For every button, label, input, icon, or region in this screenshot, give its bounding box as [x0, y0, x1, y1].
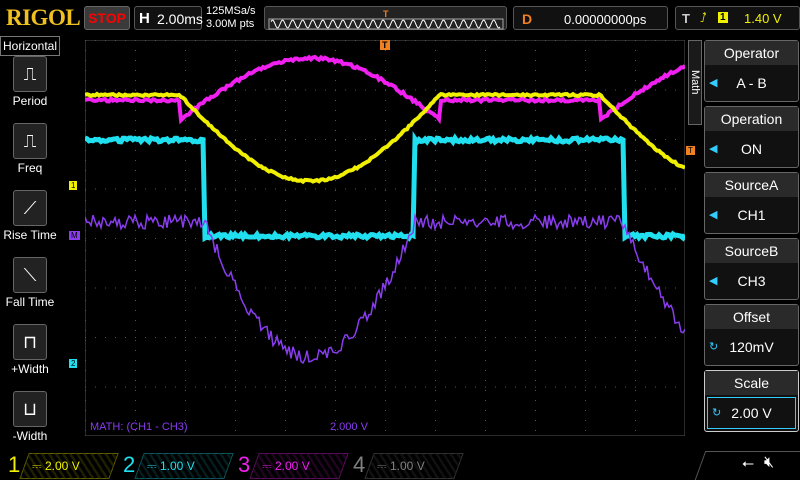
select-arrow-icon: ◀ [709, 131, 717, 167]
menu-item-label: Rise Time [3, 228, 56, 242]
math-scale: 2.000 V [330, 421, 368, 433]
softkey-title: Operator [705, 41, 798, 65]
softkey-sourcea[interactable]: SourceA ◀ CH1 [704, 172, 799, 234]
softkey-operator[interactable]: Operator ◀ A - B [704, 40, 799, 102]
menu-item-label: -Width [13, 429, 48, 443]
channel-number: 4 [353, 452, 365, 478]
rise-time-icon: ⟋ [13, 190, 47, 226]
softkey-operation[interactable]: Operation ◀ ON [704, 106, 799, 168]
trigger-source: 1 [718, 12, 728, 23]
d-label: D [522, 11, 532, 27]
menu-item-fall-time[interactable]: ⟍ Fall Time [0, 257, 60, 309]
delay-value: 0.00000000ps [564, 12, 646, 27]
menu-item-rise-time[interactable]: ⟋ Rise Time [0, 190, 60, 242]
softkey-title: SourceA [705, 173, 798, 197]
usb-icon: ⭠ [742, 455, 754, 472]
channel-scale: 2.00 V [275, 459, 310, 473]
softkey-value: 120mV [729, 339, 773, 355]
freq-icon: ⎍ [13, 123, 47, 159]
dc-coupling-icon: ⎓ [32, 459, 42, 474]
waveform-canvas [85, 40, 685, 436]
trigger-level: 1.40 V [744, 11, 782, 26]
dc-coupling-icon: ⎓ [147, 459, 157, 474]
softkey-value: A - B [736, 75, 766, 91]
delay-box[interactable]: D 0.00000000ps [513, 6, 668, 30]
softkey-sourceb[interactable]: SourceB ◀ CH3 [704, 238, 799, 300]
channel-number: 2 [123, 452, 135, 478]
dc-coupling-icon: ⎓ [377, 459, 387, 474]
memory-depth: 3.00M pts [206, 18, 256, 31]
menu-item-label: Fall Time [6, 295, 55, 309]
knob-icon: ↻ [709, 329, 718, 365]
select-arrow-icon: ◀ [709, 263, 717, 299]
softkey-value: CH3 [737, 273, 765, 289]
softkey-title: Operation [705, 107, 798, 131]
math-offset-marker[interactable]: M [69, 231, 80, 240]
acquisition-info: 125MSa/s 3.00M pts [206, 5, 256, 31]
softkey-value: ON [741, 141, 762, 157]
memory-waveform: T [265, 7, 508, 31]
menu-item-label: Period [13, 94, 48, 108]
waveform-display[interactable]: MATH: (CH1 - CH3) 2.000 V T [85, 40, 685, 436]
menu-item-label: Freq [18, 161, 43, 175]
pos-width-icon: ⊓ [13, 324, 47, 360]
menu-item--width[interactable]: ⊔ -Width [0, 391, 60, 443]
timebase-box[interactable]: H 2.00ms [134, 6, 202, 30]
math-label: MATH: (CH1 - CH3) [90, 421, 188, 433]
menu-item-freq[interactable]: ⎍ Freq [0, 123, 60, 175]
neg-width-icon: ⊔ [13, 391, 47, 427]
h-label: H [139, 10, 150, 27]
menu-item-period[interactable]: ⎍ Period [0, 56, 60, 108]
rising-edge-icon: ⭜ [700, 10, 707, 26]
menu-item--width[interactable]: ⊓ +Width [0, 324, 60, 376]
t-label: T [682, 11, 690, 26]
trigger-position-marker: T [383, 9, 389, 19]
channel-number: 3 [238, 452, 250, 478]
ch2-offset-marker[interactable]: 2 [69, 359, 77, 368]
softkey-value: CH1 [737, 207, 765, 223]
trigger-position-marker[interactable]: T [380, 40, 390, 50]
knob-icon: ↻ [712, 398, 721, 428]
channel-scale: 1.00 V [160, 459, 195, 473]
rigol-logo: RIGOL [6, 5, 80, 31]
timebase-value: 2.00ms [157, 11, 203, 27]
dc-coupling-icon: ⎓ [262, 459, 272, 474]
channel-scale: 1.00 V [390, 459, 425, 473]
softkey-title: SourceB [705, 239, 798, 263]
select-arrow-icon: ◀ [709, 197, 717, 233]
sample-rate: 125MSa/s [206, 5, 256, 18]
menu-title: Horizontal [0, 36, 60, 56]
select-arrow-icon: ◀ [709, 65, 717, 101]
math-tab[interactable]: Math [688, 40, 702, 125]
horizontal-menu: Horizontal ⎍ Period ⎍ Freq ⟋ Rise Time ⟍ Fall T… [0, 36, 60, 448]
softkey-scale[interactable]: Scale ↻ 2.00 V [704, 370, 799, 432]
softkey-title: Offset [705, 305, 798, 329]
trigger-box[interactable]: T ⭜ 1 1.40 V [675, 6, 800, 30]
trigger-level-marker[interactable]: T [686, 146, 695, 155]
channel-number: 1 [8, 452, 20, 478]
run-stop-status[interactable]: STOP [84, 6, 130, 30]
ch1-offset-marker[interactable]: 1 [69, 181, 77, 190]
speaker-muted-icon: 🔇︎ [764, 454, 774, 472]
softkey-title: Scale [705, 371, 798, 395]
menu-item-label: +Width [11, 362, 49, 376]
period-icon: ⎍ [13, 56, 47, 92]
fall-time-icon: ⟍ [13, 257, 47, 293]
softkey-value: 2.00 V [731, 405, 771, 421]
softkey-offset[interactable]: Offset ↻ 120mV [704, 304, 799, 366]
channel-bar: 1 ⎓ 2.00 V 2 ⎓ 1.00 V 3 ⎓ 2.00 V 4 ⎓ 1.00 V… [0, 449, 800, 480]
memory-overview: T [264, 6, 507, 30]
channel-scale: 2.00 V [45, 459, 80, 473]
